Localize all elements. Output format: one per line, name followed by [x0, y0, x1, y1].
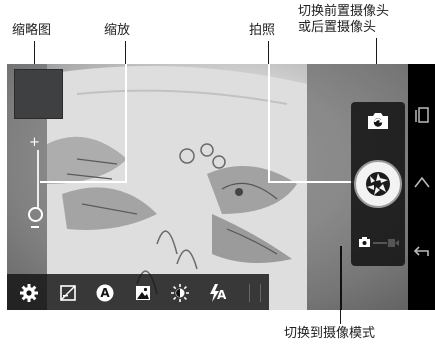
scene-auto-glyph: A: [100, 286, 110, 300]
callout-shoot-line-top: [268, 41, 269, 64]
callout-zoom-line-vertical: [125, 64, 127, 182]
callout-thumbnail-line: [34, 41, 35, 64]
callout-switch-line-top: [376, 38, 377, 64]
white-balance-icon[interactable]: [170, 283, 190, 303]
annotation-switch-camera-line1: 切换前置摄像头: [298, 4, 390, 19]
system-navigation-bar: [408, 64, 435, 310]
zoom-slider-track[interactable]: [37, 150, 39, 208]
shutter-icon: [366, 172, 390, 196]
annotation-zoom: 缩放: [104, 23, 131, 38]
zoom-out-icon[interactable]: [31, 226, 39, 228]
switch-camera-icon[interactable]: [365, 110, 391, 132]
scene-auto-icon[interactable]: A: [95, 283, 115, 303]
camera-screen: + A A: [7, 64, 435, 310]
camera-control-column: [351, 102, 405, 266]
camera-settings-toolbar: A A: [7, 274, 269, 310]
shutter-button[interactable]: [354, 160, 402, 208]
zoom-slider-handle[interactable]: [28, 207, 43, 222]
exposure-icon[interactable]: [58, 283, 78, 303]
image-effects-icon[interactable]: [133, 283, 153, 303]
annotation-switch-camera: 切换前置摄像头 或后置摄像头: [298, 4, 389, 36]
flash-auto-glyph: A: [217, 288, 227, 302]
callout-zoom-line-top: [125, 41, 126, 64]
callout-shoot-line-horizontal: [268, 181, 354, 183]
gear-icon[interactable]: [19, 283, 39, 303]
zoom-in-icon[interactable]: +: [29, 136, 40, 149]
recent-apps-icon[interactable]: [412, 106, 432, 124]
annotation-switch-camera-line2: 或后置摄像头: [298, 20, 377, 35]
thumbnail-preview[interactable]: [14, 69, 63, 119]
callout-video-line-bottom: [340, 310, 341, 324]
annotation-switch-video: 切换到摄像模式: [284, 326, 376, 341]
callout-shoot-line-vertical: [268, 64, 270, 182]
camera-video-mode-switch[interactable]: [359, 235, 399, 251]
callout-video-line: [340, 246, 342, 310]
annotation-thumbnail: 缩略图: [12, 23, 52, 38]
flash-auto-icon[interactable]: A: [208, 283, 228, 303]
camera-viewfinder[interactable]: + A A: [7, 64, 408, 310]
toolbar-drag-handle[interactable]: [249, 284, 261, 302]
home-icon[interactable]: [412, 174, 432, 192]
annotation-shoot: 拍照: [249, 23, 276, 38]
callout-zoom-line-horizontal: [40, 181, 127, 183]
back-icon[interactable]: [412, 242, 432, 260]
